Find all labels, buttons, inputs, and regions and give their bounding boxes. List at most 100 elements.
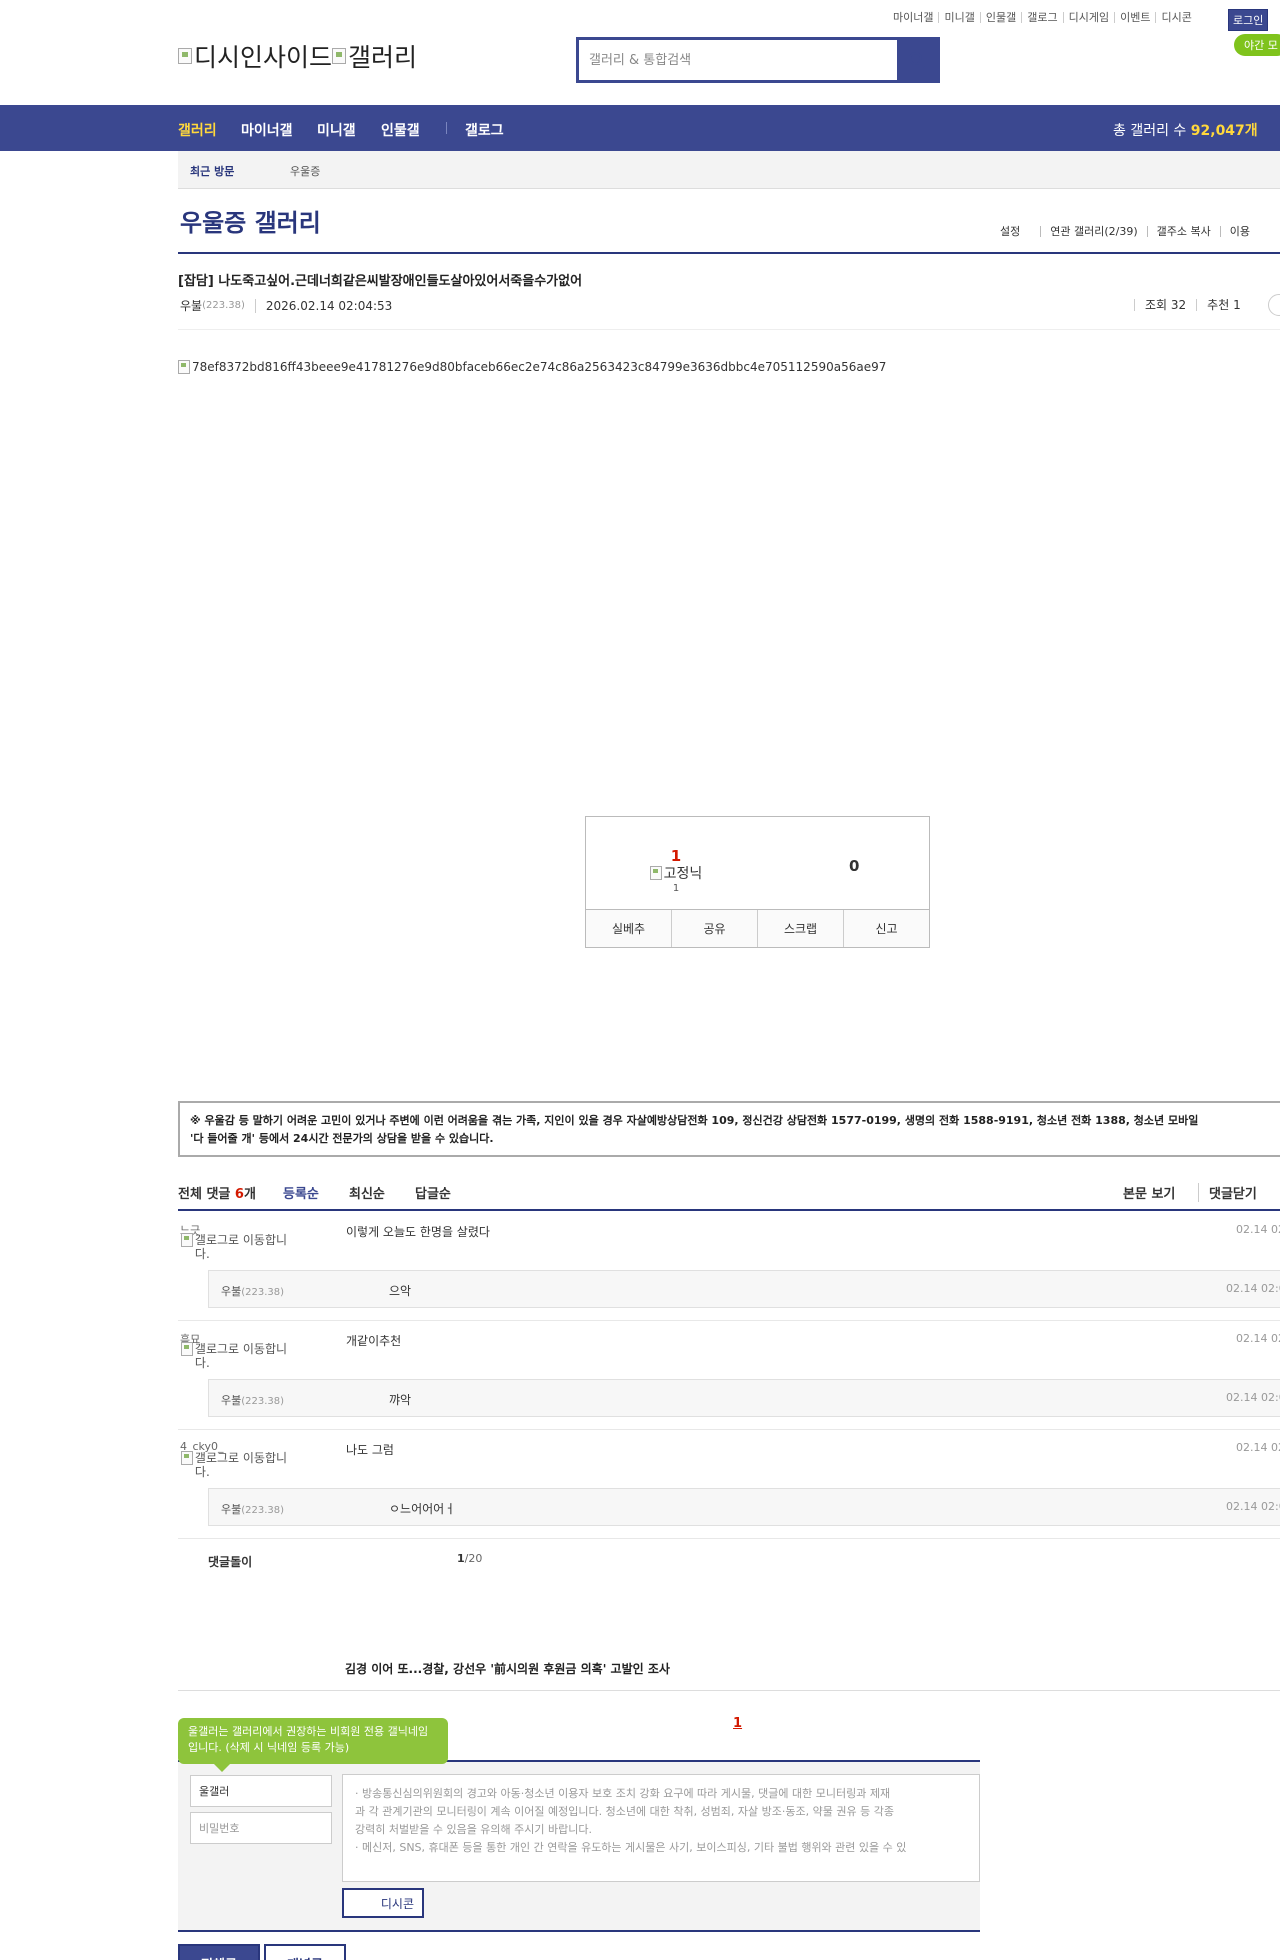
broken-image-icon — [181, 1451, 193, 1465]
comment-textarea[interactable]: · 방송통신심의위원회의 경고와 아동·청소년 이용자 보호 조치 강화 요구에… — [342, 1774, 980, 1882]
site-logo[interactable]: 디시인사이드 갤러리 — [178, 38, 417, 74]
post-stats: 조회 32 추천 1 — [1134, 294, 1280, 316]
report-button[interactable]: 신고 — [843, 910, 929, 947]
comment-divider — [178, 1538, 1280, 1539]
reply-item: 우불(223.38) 꺄악 02.14 02:0 — [208, 1379, 1280, 1417]
best-recommend-button[interactable]: 실베추 — [586, 910, 671, 947]
top-link-mini[interactable]: 미니갤 — [938, 11, 979, 23]
news-divider — [178, 1690, 1280, 1691]
broken-image-icon — [649, 866, 662, 880]
gallery-menu: 설정 연관 갤러리(2/39) 갤주소 복사 이용 — [1000, 226, 1259, 237]
comment-divider — [178, 1429, 1280, 1430]
comment-text: 나도 그럼 — [346, 1443, 394, 1457]
all-posts-button[interactable]: 전체글 — [178, 1944, 260, 1960]
nav-gallery[interactable]: 갤러리 — [178, 120, 217, 140]
more-options-button[interactable] — [1268, 294, 1280, 316]
comment-time: 02.14 02 — [1236, 1441, 1280, 1454]
nav-mini[interactable]: 미니갤 — [317, 120, 356, 140]
top-link-minor[interactable]: 마이너갤 — [893, 12, 938, 23]
comment-time: 02.14 02 — [1236, 1332, 1280, 1345]
top-link-event[interactable]: 이벤트 — [1114, 11, 1155, 23]
comment-item: 느긋 갤로그로 이동합니다. 이렇게 오늘도 한명을 살렸다 02.14 02 … — [178, 1222, 1280, 1320]
nickname-input[interactable] — [190, 1775, 332, 1807]
scrap-button[interactable]: 스크랩 — [757, 910, 843, 947]
broken-image-icon — [332, 48, 347, 64]
post-image: 78ef8372bd816ff43beee9e41781276e9d80bfac… — [178, 360, 886, 374]
top-link-gallog[interactable]: 갤로그 — [1021, 11, 1062, 23]
recent-item[interactable]: 우울증 — [290, 163, 320, 179]
top-link-game[interactable]: 디시게임 — [1062, 11, 1114, 23]
comment-text: 이렇게 오늘도 한명을 살렸다 — [346, 1225, 490, 1239]
post-author-ip: (223.38) — [202, 300, 245, 311]
reply-time: 02.14 02:0 — [1226, 1282, 1280, 1295]
gallog-link[interactable]: 갤로그로 이동합니다. — [181, 1451, 301, 1479]
sort-replies[interactable]: 답글순 — [415, 1183, 451, 1202]
related-galleries[interactable]: 연관 갤러리(2/39) — [1040, 226, 1146, 237]
gallery-total-count: 92,047개 — [1190, 123, 1258, 139]
fixed-nick-recommend: 고정닉 — [646, 863, 706, 883]
search-icon — [909, 52, 925, 68]
title-divider — [178, 252, 1280, 254]
reply-text: 꺄악 — [389, 1393, 412, 1407]
dccon-button[interactable]: 디시콘 — [342, 1888, 424, 1918]
reply-time: 02.14 02:0 — [1226, 1500, 1280, 1513]
nav-divider — [446, 122, 447, 134]
close-comments-button[interactable]: 댓글닫기 — [1198, 1183, 1257, 1202]
gallog-link[interactable]: 갤로그로 이동합니다. — [181, 1233, 301, 1261]
recent-visits: 최근 방문 우울증 — [178, 151, 1280, 189]
sort-registered[interactable]: 등록순 — [283, 1183, 319, 1202]
top-links: 마이너갤 미니갤 인물갤 갤로그 디시게임 이벤트 디시콘 — [893, 10, 1197, 24]
nickname-tooltip: 울갤러는 갤러리에서 권장하는 비회원 전용 갤닉네임입니다. (삭제 시 닉네… — [178, 1718, 448, 1772]
concept-posts-button[interactable]: 개념글 — [264, 1944, 346, 1960]
reply-item: 우불(223.38) 으악 02.14 02:0 — [208, 1270, 1280, 1308]
top-link-dccon[interactable]: 디시콘 — [1155, 11, 1196, 23]
sort-latest[interactable]: 최신순 — [349, 1183, 385, 1202]
recent-label: 최근 방문 — [190, 165, 235, 178]
reply-nick[interactable]: 우불(223.38) — [221, 1283, 284, 1299]
helpline-notice: ※ 우울감 등 말하기 어려운 고민이 있거나 주변에 이런 어려움을 겪는 가… — [178, 1101, 1280, 1157]
gallog-link[interactable]: 갤로그로 이동합니다. — [181, 1342, 301, 1370]
logo-alt-dcinside: 디시인사이드 — [194, 43, 333, 72]
post-views: 조회 32 — [1134, 299, 1196, 311]
search-button[interactable] — [897, 40, 937, 80]
comments-divider — [178, 1209, 1280, 1211]
post-image-alt: 78ef8372bd816ff43beee9e41781276e9d80bfac… — [192, 360, 887, 374]
news-headline[interactable]: 김경 이어 또...경찰, 강선우 '前시의원 후원금 의혹' 고발인 조사 — [345, 1660, 670, 1677]
recommend-actions: 실베추 공유 스크랩 신고 — [586, 909, 929, 947]
password-input[interactable] — [190, 1812, 332, 1844]
post-title: [잡담] 나도죽고싶어.근데너희같은씨발장애인들도살아있어서죽을수가없어 — [178, 274, 583, 289]
post-author[interactable]: 우불 — [180, 297, 202, 314]
gallery-settings[interactable]: 설정 — [1000, 226, 1040, 237]
comment-text: 개같이추천 — [346, 1334, 402, 1348]
page-number-current[interactable]: 1 — [733, 1716, 742, 1731]
broken-image-icon — [181, 1233, 193, 1247]
reply-nick[interactable]: 우불(223.38) — [221, 1501, 284, 1517]
search-box — [576, 37, 940, 83]
gallery-title[interactable]: 우울증 갤러리 — [180, 203, 321, 238]
comment-item: 4_cky0_ 갤로그로 이동합니다. 나도 그럼 02.14 02 우불(22… — [178, 1440, 1280, 1538]
comment-bot-pages: 1/20 — [457, 1552, 483, 1565]
nav-minor[interactable]: 마이너갤 — [241, 120, 293, 140]
reply-nick[interactable]: 우불(223.38) — [221, 1392, 284, 1408]
fixed-nick-count: 1 — [672, 883, 680, 894]
copy-gallery-url[interactable]: 갤주소 복사 — [1146, 226, 1220, 237]
nav-person[interactable]: 인물갤 — [381, 120, 420, 140]
login-button[interactable]: 로그인 — [1228, 9, 1269, 31]
recommend-down-count[interactable]: 0 — [849, 857, 859, 875]
notice-line-2: '다 들어줄 개' 등에서 24시간 전문가의 상담을 받을 수 있습니다. — [190, 1132, 494, 1145]
nav-gallog[interactable]: 갤로그 — [465, 120, 504, 140]
top-link-person[interactable]: 인물갤 — [979, 11, 1021, 23]
search-input[interactable] — [579, 40, 897, 80]
comment-item: 흑묘 갤로그로 이동합니다. 개같이추천 02.14 02 우불(223.38)… — [178, 1331, 1280, 1429]
comment-time: 02.14 02 — [1236, 1223, 1280, 1236]
night-mode-button[interactable]: 야간 모 — [1234, 34, 1280, 56]
gallery-usage[interactable]: 이용 — [1219, 226, 1259, 237]
broken-image-icon — [178, 48, 192, 64]
share-button[interactable]: 공유 — [671, 910, 757, 947]
reply-text: ㅇ느어어어ㅓ — [389, 1502, 456, 1516]
comment-write-box: · 방송통신심의위원회의 경고와 아동·청소년 이용자 보호 조치 강화 요구에… — [178, 1760, 980, 1932]
recommend-up[interactable]: 1 고정닉 1 — [646, 847, 706, 894]
view-post-button[interactable]: 본문 보기 — [1123, 1183, 1175, 1202]
broken-image-icon — [178, 360, 190, 374]
post-meta: 우불 (223.38) 2026.02.14 02:04:53 — [180, 297, 392, 314]
